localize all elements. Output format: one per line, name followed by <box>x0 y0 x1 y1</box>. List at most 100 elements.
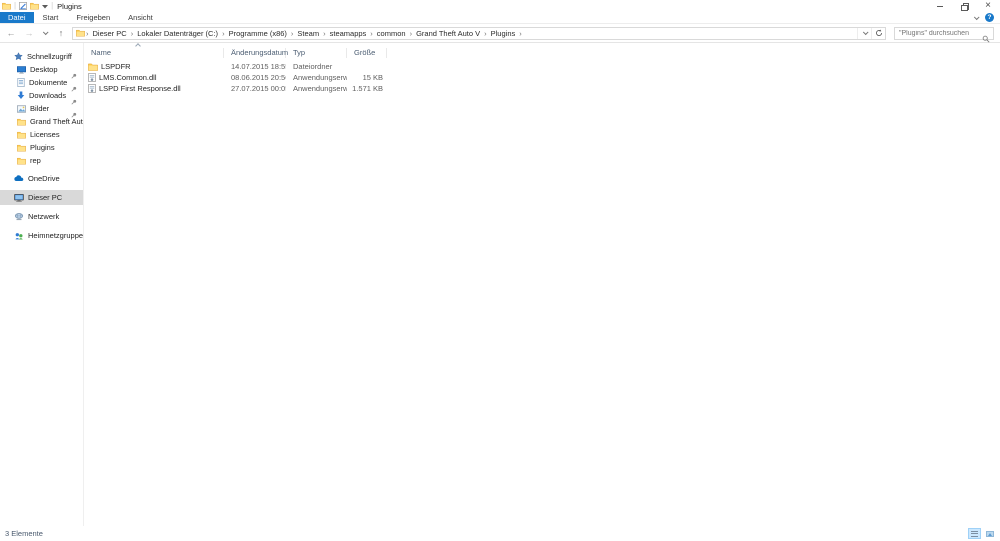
file-row-lspdfr[interactable]: LSPDFR 14.07.2015 18:55 Dateiordner <box>84 61 1000 72</box>
sidebar-item-label: Plugins <box>30 143 55 152</box>
new-folder-button[interactable] <box>30 2 40 10</box>
file-row-lspd-first-response-dll[interactable]: LSPD First Response.dll 27.07.2015 00:05… <box>84 83 1000 94</box>
back-button[interactable] <box>4 28 18 38</box>
customize-qat-chevron-icon[interactable] <box>42 4 49 9</box>
up-button[interactable] <box>54 28 68 38</box>
file-row-lms-common-dll[interactable]: LMS.Common.dll 08.06.2015 20:56 Anwendun… <box>84 72 1000 83</box>
column-header-name[interactable]: Name <box>84 47 224 58</box>
expand-ribbon-chevron-icon[interactable] <box>973 13 980 20</box>
large-icons-view-icon <box>985 530 994 537</box>
forward-button[interactable] <box>22 28 36 38</box>
sidebar-item-onedrive[interactable]: OneDrive <box>0 171 83 186</box>
separator: | <box>14 1 17 10</box>
breadcrumb-programme-x86[interactable]: Programme (x86) <box>226 29 290 38</box>
sidebar-item-grand-theft-auto-v[interactable]: Grand Theft Auto V <box>0 115 83 128</box>
properties-button[interactable] <box>19 2 28 10</box>
breadcrumb-steam[interactable]: Steam <box>294 29 322 38</box>
main-area: Schnellzugriff Desktop Dokumente Downloa… <box>0 43 1000 526</box>
pictures-icon <box>17 104 26 113</box>
sidebar-item-label: OneDrive <box>28 174 60 183</box>
sidebar-item-desktop[interactable]: Desktop <box>0 63 83 79</box>
minimize-icon <box>937 5 943 7</box>
this-pc-icon <box>14 193 24 202</box>
column-header-groesse[interactable]: Größe <box>347 47 387 58</box>
column-header-aenderungsdatum[interactable]: Änderungsdatum <box>224 47 288 58</box>
navigation-toolbar: Dieser PC Lokaler Datenträger (C:) Progr… <box>0 24 1000 43</box>
refresh-button[interactable] <box>871 27 885 39</box>
restore-button[interactable] <box>952 0 976 12</box>
tab-datei[interactable]: Datei <box>0 12 34 23</box>
breadcrumb-steamapps[interactable]: steamapps <box>327 29 370 38</box>
details-view-icon <box>971 530 978 537</box>
downloads-icon <box>17 91 25 100</box>
sidebar-item-label: Downloads <box>29 91 67 100</box>
sidebar-item-heimnetzgruppe[interactable]: Heimnetzgruppe <box>0 228 83 243</box>
sidebar-item-plugins[interactable]: Plugins <box>0 141 83 154</box>
folder-icon <box>17 118 26 126</box>
help-icon[interactable] <box>985 13 994 22</box>
tab-start[interactable]: Start <box>34 12 68 23</box>
file-date: 27.07.2015 00:05 <box>231 84 286 93</box>
sidebar-item-label: Dokumente <box>29 78 68 87</box>
folder-icon <box>76 29 85 37</box>
sidebar-item-schnellzugriff[interactable]: Schnellzugriff <box>0 50 83 63</box>
sidebar-item-label: Grand Theft Auto V <box>30 117 83 126</box>
file-size: 1.571 KB <box>352 84 383 93</box>
sidebar-item-label: rep <box>30 156 41 165</box>
quick-access-toolbar: | | <box>2 2 53 10</box>
breadcrumb-common[interactable]: common <box>374 29 409 38</box>
close-icon <box>985 1 991 11</box>
sidebar-item-label: Desktop <box>30 65 58 74</box>
breadcrumb-plugins[interactable]: Plugins <box>488 29 519 38</box>
view-toggles <box>968 528 996 539</box>
sidebar-item-label: Dieser PC <box>28 193 63 202</box>
breadcrumb-dieser-pc[interactable]: Dieser PC <box>90 29 130 38</box>
minimize-button[interactable] <box>928 0 952 12</box>
sidebar-item-dokumente[interactable]: Dokumente <box>0 76 83 92</box>
sidebar-item-rep[interactable]: rep <box>0 154 83 167</box>
breadcrumb: Dieser PC Lokaler Datenträger (C:) Progr… <box>85 29 857 38</box>
ribbon-tab-bar: Datei Start Freigeben Ansicht <box>0 12 1000 24</box>
explorer-window: | | Plugins Datei Start Freigeben Ansich… <box>0 0 1000 541</box>
folder-icon <box>17 131 26 139</box>
close-button[interactable] <box>976 0 1000 12</box>
sidebar-item-licenses[interactable]: Licenses <box>0 128 83 141</box>
breadcrumb-grand-theft-auto-v[interactable]: Grand Theft Auto V <box>413 29 483 38</box>
breadcrumb-lokaler-datentraeger[interactable]: Lokaler Datenträger (C:) <box>134 29 221 38</box>
title-bar: | | Plugins <box>0 0 1000 12</box>
sidebar-item-dieser-pc[interactable]: Dieser PC <box>0 190 83 205</box>
item-count: 3 Elemente <box>5 529 43 538</box>
tab-freigeben[interactable]: Freigeben <box>67 12 119 23</box>
sidebar-item-netzwerk[interactable]: Netzwerk <box>0 209 83 224</box>
dll-file-icon <box>88 84 96 93</box>
file-size: 15 KB <box>362 73 383 82</box>
file-type: Anwendungserwe... <box>293 73 347 82</box>
window-controls <box>928 0 1000 12</box>
folder-window-icon <box>2 2 11 10</box>
quick-access-star-icon <box>14 52 23 61</box>
sidebar-item-label: Bilder <box>30 104 50 113</box>
sidebar-item-label: Schnellzugriff <box>27 52 72 61</box>
desktop-icon <box>17 65 26 74</box>
folder-icon <box>88 63 98 71</box>
recent-locations-chevron-icon[interactable] <box>40 29 50 36</box>
file-type: Anwendungserwe... <box>293 84 347 93</box>
network-icon <box>14 212 24 221</box>
address-bar[interactable]: Dieser PC Lokaler Datenträger (C:) Progr… <box>72 26 886 40</box>
tab-ansicht[interactable]: Ansicht <box>119 12 162 23</box>
restore-icon <box>961 3 969 11</box>
large-icons-view-button[interactable] <box>983 528 996 539</box>
window-title: Plugins <box>57 1 82 11</box>
search-box <box>894 26 994 42</box>
file-date: 08.06.2015 20:56 <box>231 73 286 82</box>
onedrive-cloud-icon <box>14 175 24 182</box>
separator: | <box>51 1 54 10</box>
column-header-typ[interactable]: Typ <box>286 47 347 58</box>
sidebar-item-downloads[interactable]: Downloads <box>0 89 83 105</box>
sidebar-item-bilder[interactable]: Bilder <box>0 102 83 118</box>
file-name: LSPDFR <box>101 62 131 71</box>
search-input[interactable] <box>895 27 993 39</box>
address-dropdown-chevron-icon[interactable] <box>857 27 871 39</box>
details-view-button[interactable] <box>968 528 981 539</box>
documents-icon <box>17 78 25 87</box>
